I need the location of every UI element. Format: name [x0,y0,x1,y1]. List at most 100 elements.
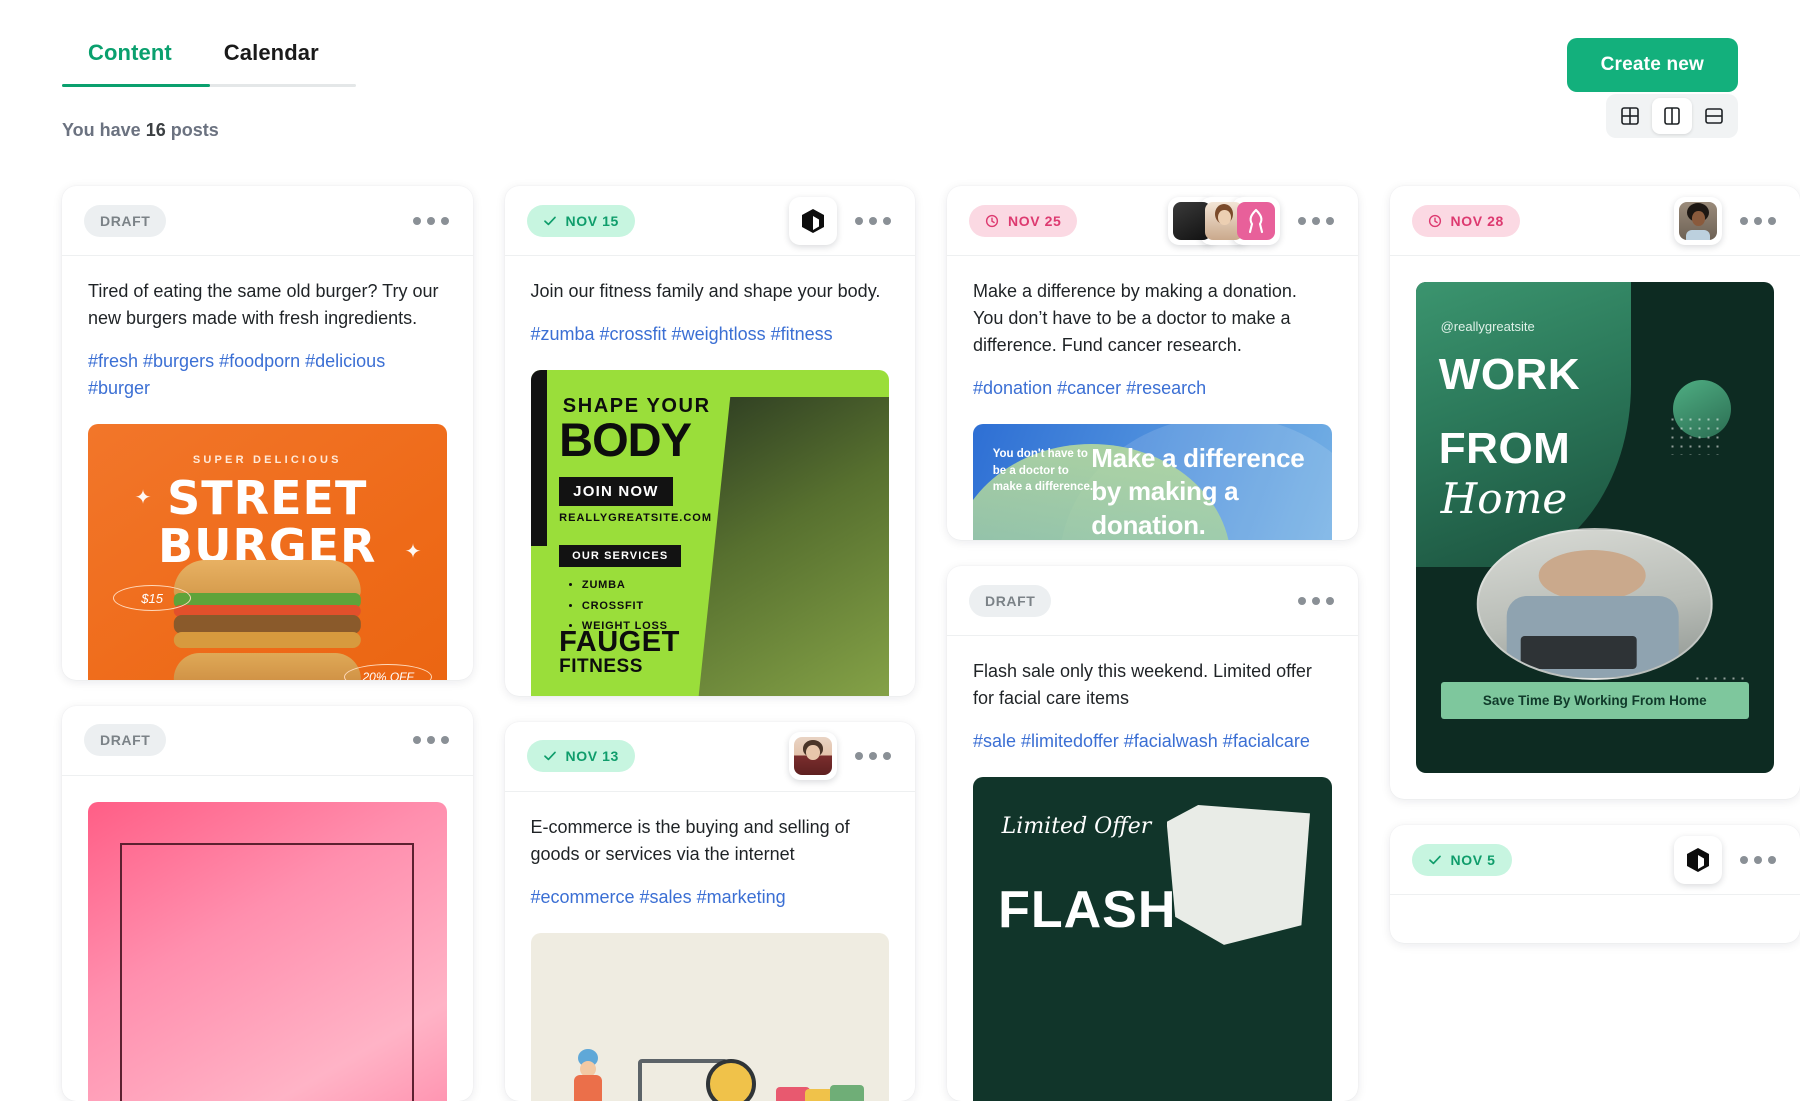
woman-profile-photo-avatar[interactable] [1674,196,1722,245]
pink-watercolor-poster [88,801,447,1101]
tab-content[interactable]: Content [62,40,198,82]
service-item: CROSSFIT [582,596,668,616]
post-card-header: NOV 25 [947,186,1358,256]
post-caption: Make a difference by making a donation. … [973,281,1297,355]
post-card-body: Make a difference by making a donation. … [947,256,1358,541]
post-count-prefix: You have [62,120,146,140]
clock-illustration [706,1058,757,1101]
more-options-icon[interactable] [1738,211,1778,231]
grid-view-button[interactable] [1610,98,1650,134]
shape-your-body-poster: SHAPE YOUR BODY JOIN NOW REALLYGREATSITE… [530,370,889,696]
post-card-header-right [1296,591,1336,611]
poster-brand-name: FAUGET [559,626,680,658]
poster-line-1: WORK [1438,350,1581,400]
avatar-image [794,737,832,776]
poster-dot-grid [1668,414,1721,455]
more-options-icon[interactable] [411,730,451,750]
post-card[interactable]: NOV 28 @reallygreatsite WORK FROM Home S… [1389,186,1800,800]
avatar-stack[interactable] [1167,196,1280,245]
rows-icon [1705,108,1723,124]
fitness-photo [695,396,889,696]
post-card[interactable]: NOV 5 [1389,825,1800,944]
content-planner-page: Content Calendar You have 16 posts Creat… [0,0,1800,1101]
status-badge: NOV 25 [969,204,1078,237]
more-options-icon[interactable] [1738,850,1778,870]
poster-script-text: Limited Offer [1001,814,1152,840]
post-card[interactable]: NOV 15 Join our fitness family and shape… [504,186,916,696]
more-options-icon[interactable] [411,211,451,231]
board-column-3: NOV 25 Make a difference by making a don… [947,186,1358,1101]
pink-ribbon-icon-avatar[interactable] [1231,196,1280,245]
poster-line-2: FROM [1438,423,1571,473]
post-card-header: DRAFT [62,706,473,776]
post-card-header-right [411,211,451,231]
more-options-icon[interactable] [1296,591,1336,611]
post-card-body: Tired of eating the same old burger? Try… [62,256,473,680]
status-badge-label: NOV 13 [565,748,619,765]
avatar-shirt [1686,229,1710,240]
rows-view-button[interactable] [1694,98,1734,134]
poster-eyebrow: SUPER DELICIOUS [192,454,342,467]
post-card[interactable]: DRAFT Tired of eating the same old burge… [62,186,473,680]
post-card[interactable]: NOV 25 Make a difference by making a don… [947,186,1358,541]
poster-headline: Make a difference by making a donation. [1091,443,1305,540]
columns-view-button[interactable] [1652,98,1692,134]
more-options-icon[interactable] [853,211,893,231]
poster-handle: @reallygreatsite [1440,318,1535,334]
status-badge: NOV 15 [526,204,635,237]
post-card-body [62,776,473,1101]
post-count-label: You have 16 posts [62,120,219,141]
status-badge-label: NOV 15 [565,212,619,229]
awareness-ribbon-icon [1248,208,1263,233]
photo-person-head [1538,550,1646,601]
post-board: DRAFT Tired of eating the same old burge… [0,186,1800,1101]
status-badge: NOV 28 [1411,204,1520,237]
status-badge-label: NOV 25 [1008,212,1062,229]
post-card[interactable]: DRAFT Flash sale only this weekend. Limi… [947,566,1358,1101]
avatar-face [1217,209,1231,225]
post-card-body: Flash sale only this weekend. Limited of… [947,636,1358,1101]
tab-calendar[interactable]: Calendar [198,40,345,82]
poster-frame [120,843,415,1101]
shopping-bag [829,1084,864,1101]
post-card-header: NOV 28 [1389,186,1800,256]
more-options-icon[interactable] [1296,211,1336,231]
burger-bottom-bun [174,632,361,648]
post-card-header-right [411,730,451,750]
brand-hexagon-logo-avatar[interactable] [789,196,837,245]
post-hashtags: #zumba #crossfit #weightloss #fitness [530,324,833,344]
post-card-body: Join our fitness family and shape your b… [505,256,916,696]
post-card[interactable]: DRAFT [62,705,473,1101]
post-caption: E-commerce is the buying and selling of … [530,816,850,864]
check-icon [543,751,556,761]
columns-icon [1664,107,1680,125]
create-new-button[interactable]: Create new [1566,38,1738,92]
post-card-header-right [1674,835,1778,884]
post-card[interactable]: NOV 13 E-commerce is the buying and sell… [504,721,916,1101]
post-count-number: 16 [145,120,166,140]
status-badge: DRAFT [84,724,167,757]
status-badge: DRAFT [84,204,167,237]
status-badge-label: NOV 28 [1450,212,1504,229]
street-burger-poster: SUPER DELICIOUS STREET BURGER ✦ ✦ $15 20… [88,424,447,680]
more-options-icon[interactable] [853,746,893,766]
board-column-4: NOV 28 @reallygreatsite WORK FROM Home S… [1389,186,1800,1101]
post-hashtags: #donation #cancer #research [973,378,1207,398]
post-card-body: E-commerce is the buying and selling of … [505,792,916,1101]
post-card-header: NOV 15 [504,186,915,256]
poster-headline: BODY [559,413,692,467]
poster-website: REALLYGREATSITE.COM [559,511,713,524]
check-icon [1428,855,1441,864]
poster-brand: FAUGET FITNESS [559,627,680,677]
post-card-body: @reallygreatsite WORK FROM Home Save Tim… [1390,256,1800,799]
sparkle-icon: ✦ [134,486,152,509]
avatar-face [1692,210,1705,226]
pink-ribbon-icon [1236,201,1275,240]
status-badge: DRAFT [969,584,1052,617]
man-profile-photo-avatar[interactable] [789,732,837,781]
post-caption: Flash sale only this weekend. Limited of… [973,661,1312,709]
shopper-figure [566,1049,612,1101]
post-card-body [1390,895,1800,943]
brand-hexagon-logo-avatar[interactable] [1674,835,1722,884]
ecommerce-illustration [530,932,889,1101]
